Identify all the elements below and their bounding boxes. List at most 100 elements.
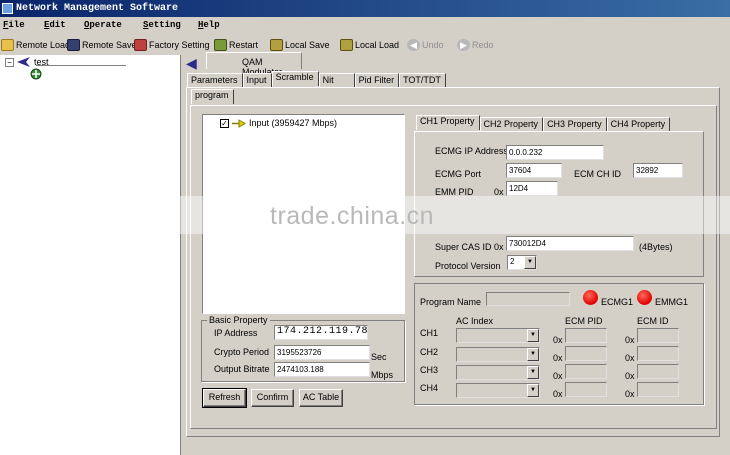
confirm-button[interactable]: Confirm: [251, 389, 294, 407]
main-tabs: Parameters Input Scramble Nit Pid Filter…: [187, 71, 446, 87]
ecm-ch-id-field[interactable]: 32892: [633, 163, 683, 178]
ecm-id-header: ECM ID: [637, 316, 669, 326]
protocol-version-label: Protocol Version: [435, 261, 501, 271]
crypto-period-label: Crypto Period: [214, 347, 270, 357]
ch-property-tabs: CH1 Property CH2 Property CH3 Property C…: [416, 115, 671, 131]
tree-child[interactable]: [30, 68, 42, 80]
chevron-down-icon: ▼: [527, 329, 539, 342]
protocol-version-select[interactable]: 2 ▼: [507, 255, 537, 270]
program-name-label: Program Name: [420, 297, 482, 307]
ac-index-select[interactable]: ▼: [456, 383, 540, 398]
ecmg-port-field[interactable]: 37604: [506, 163, 562, 178]
toolbar: Remote Load Remote Save Factory Setting …: [0, 35, 730, 54]
ch-row-label: CH2: [420, 347, 439, 357]
ecm-pid-field[interactable]: [565, 382, 607, 397]
ch-row-label: CH1: [420, 328, 439, 338]
ecm-id-field[interactable]: [637, 346, 679, 361]
menu-operate[interactable]: Operate: [84, 20, 122, 30]
watermark-text: trade.china.cn: [270, 202, 435, 230]
hex-prefix: 0x: [625, 335, 635, 345]
hex-prefix: 0x: [625, 389, 635, 399]
input-node-label: Input (3959427 Mbps): [249, 118, 338, 128]
factory-setting-button[interactable]: Factory Setting: [134, 36, 210, 53]
ecmg-ip-label: ECMG IP Address: [435, 146, 508, 156]
redo-label: Redo: [472, 39, 494, 50]
protocol-version-value: 2: [510, 257, 515, 266]
tab-ch2-property[interactable]: CH2 Property: [479, 117, 544, 131]
device-tree-panel: − test: [0, 55, 181, 455]
remote-load-label: Remote Load: [16, 39, 71, 50]
floppy-disk-icon: [67, 38, 80, 51]
output-bitrate-unit: Mbps: [371, 370, 394, 380]
ch-row-label: CH4: [420, 383, 439, 393]
local-save-button[interactable]: Local Save: [270, 36, 330, 53]
menu-help[interactable]: Help: [198, 20, 220, 30]
tab-tot-tdt[interactable]: TOT/TDT: [399, 73, 446, 87]
menu-file[interactable]: File: [3, 20, 25, 30]
program-name-field: [486, 292, 570, 306]
ecm-id-field[interactable]: [637, 328, 679, 343]
tab-pid-filter[interactable]: Pid Filter: [354, 73, 400, 87]
module-tab[interactable]: QAM Modulator: [206, 52, 302, 77]
ac-index-header: AC Index: [456, 316, 494, 326]
redo-button[interactable]: ▶ Redo: [457, 36, 494, 53]
ac-index-select[interactable]: ▼: [456, 328, 540, 343]
local-load-icon: [340, 38, 353, 51]
undo-button[interactable]: ◀ Undo: [407, 36, 444, 53]
emmg-status-led: [637, 290, 652, 305]
refresh-button[interactable]: Refresh: [202, 388, 247, 408]
super-cas-id-field[interactable]: 730012D4: [506, 236, 634, 251]
undo-label: Undo: [422, 39, 444, 50]
menu-edit[interactable]: Edit: [44, 20, 66, 30]
ecmg-ip-field[interactable]: 0.0.0.232: [506, 145, 604, 160]
hex-prefix: 0x: [553, 335, 563, 345]
ac-index-select[interactable]: ▼: [456, 347, 540, 362]
tab-ch1-property[interactable]: CH1 Property: [416, 115, 480, 130]
tab-parameters[interactable]: Parameters: [187, 73, 243, 87]
crypto-period-field[interactable]: 3195523726: [274, 345, 370, 360]
ip-address-field[interactable]: 174.212.119.78: [274, 325, 368, 340]
hex-prefix: 0x: [553, 371, 563, 381]
collapse-icon[interactable]: −: [5, 57, 14, 67]
local-load-button[interactable]: Local Load: [340, 36, 399, 53]
emmg-status-label: EMMG1: [655, 297, 689, 307]
local-save-icon: [270, 38, 283, 51]
ecm-pid-field[interactable]: [565, 364, 607, 379]
remote-save-button[interactable]: Remote Save: [67, 36, 137, 53]
emm-pid-field[interactable]: 12D4: [506, 181, 558, 196]
tab-scramble[interactable]: Scramble: [271, 71, 319, 86]
ip-address-label: IP Address: [214, 328, 258, 338]
ecm-pid-header: ECM PID: [565, 316, 603, 326]
ecmg-status-led: [583, 290, 598, 305]
ecm-pid-field[interactable]: [565, 328, 607, 343]
restart-button[interactable]: Restart: [214, 36, 258, 53]
sub-tabs: program: [191, 89, 234, 105]
tab-ch3-property[interactable]: CH3 Property: [543, 117, 607, 131]
output-bitrate-field[interactable]: 2474103.188: [274, 362, 370, 377]
module-node-icon: [30, 68, 42, 80]
tab-nit[interactable]: Nit: [318, 73, 355, 87]
remote-save-label: Remote Save: [82, 39, 137, 50]
redo-arrow-icon: ▶: [457, 38, 470, 51]
ecm-id-field[interactable]: [637, 364, 679, 379]
ecm-id-field[interactable]: [637, 382, 679, 397]
super-cas-unit: (4Bytes): [639, 242, 673, 252]
hex-prefix: 0x: [553, 389, 563, 399]
local-save-label: Local Save: [285, 39, 330, 50]
checkbox-checked-icon[interactable]: ✓: [220, 118, 229, 128]
restart-label: Restart: [229, 39, 259, 50]
ac-table-button[interactable]: AC Table: [299, 389, 343, 407]
ecm-pid-field[interactable]: [565, 346, 607, 361]
remote-load-button[interactable]: Remote Load: [1, 36, 70, 53]
menu-setting[interactable]: Setting: [143, 20, 181, 30]
tab-program[interactable]: program: [191, 89, 234, 104]
hex-prefix: 0x: [625, 371, 635, 381]
hex-prefix: 0x: [553, 353, 563, 363]
tab-ch4-property[interactable]: CH4 Property: [606, 117, 671, 131]
ac-index-select[interactable]: ▼: [456, 365, 540, 380]
back-arrow-icon[interactable]: ◀: [186, 55, 197, 72]
tab-input[interactable]: Input: [242, 73, 272, 87]
ecm-ch-id-label: ECM CH ID: [574, 169, 621, 179]
input-node[interactable]: ✓ Input (3959427 Mbps): [220, 118, 337, 128]
chevron-down-icon: ▼: [524, 256, 536, 269]
